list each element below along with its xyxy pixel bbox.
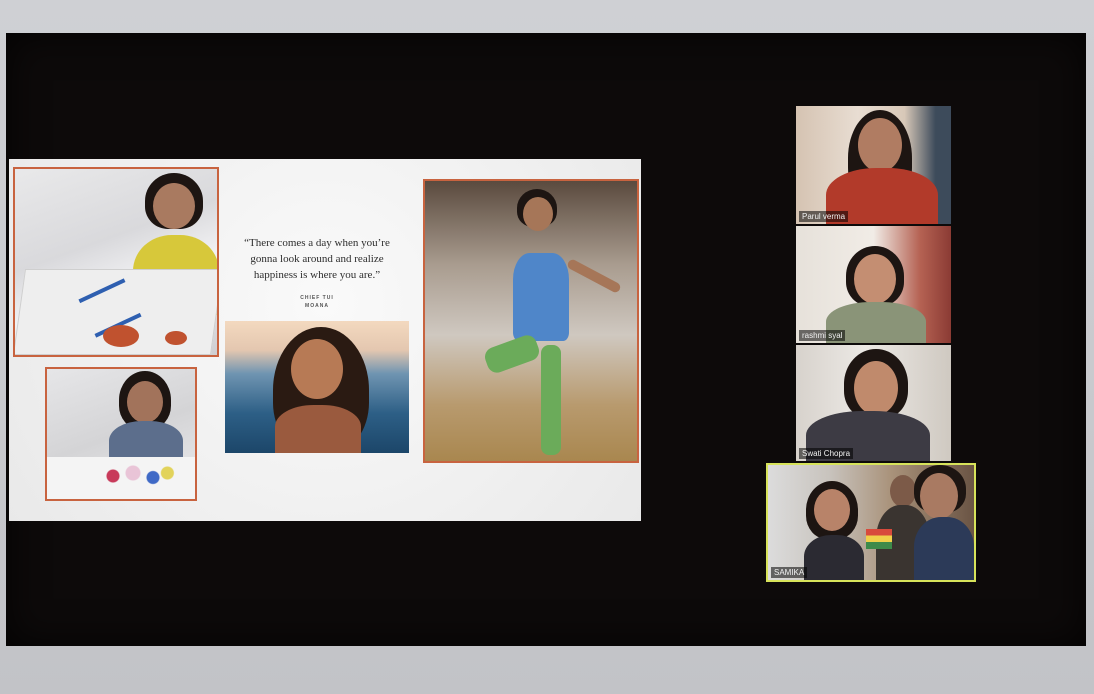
photo-child-dancing — [423, 179, 639, 463]
photo-child-painting — [13, 167, 219, 357]
moana-image — [225, 321, 409, 453]
child-face — [127, 381, 163, 423]
participant-tile-rashmi-syal[interactable]: rashmi syal — [796, 226, 951, 343]
monitor-screen: “There comes a day when you’re gonna loo… — [6, 33, 1086, 646]
participant-face — [858, 118, 902, 172]
participant-name-label: Swati Chopra — [799, 448, 854, 459]
child-arm — [566, 257, 622, 295]
moana-face — [291, 339, 343, 399]
photo-child-clay — [45, 367, 197, 501]
moana-quote-poster: “There comes a day when you’re gonna loo… — [225, 219, 409, 455]
child-face — [523, 197, 553, 231]
quote-text: “There comes a day when you’re gonna loo… — [244, 237, 390, 281]
red-paint-dot — [103, 325, 139, 347]
participant-name-label: SAMIKA — [771, 567, 808, 578]
child-face — [153, 183, 195, 229]
adult-body — [914, 517, 974, 580]
quote-attribution-source: MOANA — [305, 303, 329, 309]
participant-tile-samika-active[interactable]: SAMIKA — [766, 463, 976, 582]
participant-face — [854, 254, 896, 304]
participant-name-label: rashmi syal — [799, 330, 846, 341]
participant-tile-parul-verma[interactable]: Parul verma — [796, 106, 951, 224]
participant-name-label: Parul verma — [799, 211, 849, 222]
moana-body — [275, 405, 361, 453]
shared-screen-slide: “There comes a day when you’re gonna loo… — [9, 159, 641, 521]
participant-face — [854, 361, 898, 415]
quote-attribution-name: CHIEF TUI — [300, 295, 334, 301]
participant-tile-swati-chopra[interactable]: Swati Chopra — [796, 345, 951, 461]
red-paint-dot-small — [165, 331, 187, 345]
child-body — [804, 535, 864, 580]
child-raised-leg — [482, 332, 542, 376]
child-face — [814, 489, 850, 531]
colorful-toy — [866, 529, 892, 549]
child-blue-top — [513, 253, 569, 341]
child-standing-leg — [541, 345, 561, 455]
clay-balls — [97, 461, 177, 491]
adult-face-back — [890, 475, 916, 507]
adult-face — [920, 473, 958, 519]
